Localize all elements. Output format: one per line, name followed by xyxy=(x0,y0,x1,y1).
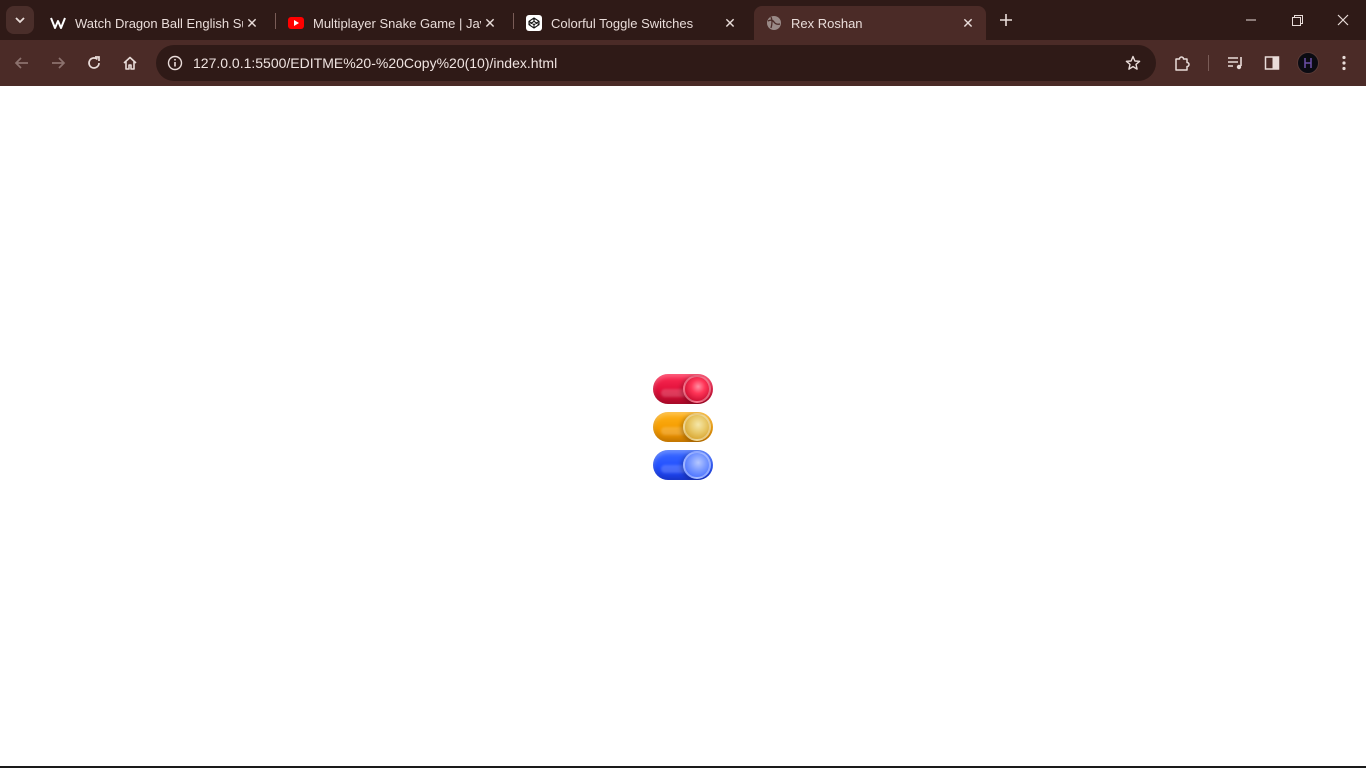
arrow-right-icon xyxy=(52,57,66,69)
toggle-switch-red[interactable] xyxy=(653,374,713,404)
more-vertical-icon xyxy=(1342,55,1346,71)
page-viewport xyxy=(0,87,1366,766)
anime-site-icon xyxy=(50,15,66,31)
url-text: 127.0.0.1:5500/EDITME%20-%20Copy%20(10)/… xyxy=(193,55,558,71)
puzzle-icon xyxy=(1175,56,1190,71)
tab-snake-game[interactable]: Multiplayer Snake Game | JavaS ✕ xyxy=(276,6,508,40)
tab-title: Watch Dragon Ball English Sub/ xyxy=(75,15,243,31)
profile-avatar[interactable] xyxy=(1297,52,1319,74)
home-icon xyxy=(123,56,137,70)
close-icon[interactable]: ✕ xyxy=(242,13,262,33)
toggle-knob[interactable] xyxy=(683,451,711,479)
plus-icon xyxy=(1000,14,1012,26)
forward-button[interactable] xyxy=(44,49,72,77)
tab-title: Rex Roshan xyxy=(791,15,863,31)
side-panel-icon xyxy=(1264,56,1280,70)
tab-search-button[interactable] xyxy=(6,6,34,34)
close-icon[interactable]: ✕ xyxy=(958,13,978,33)
tab-strip: Watch Dragon Ball English Sub/ ✕ Multipl… xyxy=(0,0,1366,40)
home-button[interactable] xyxy=(116,49,144,77)
close-window-button[interactable] xyxy=(1320,6,1366,34)
codepen-icon xyxy=(526,15,542,31)
toggle-switch-blue[interactable] xyxy=(653,450,713,480)
address-bar[interactable]: 127.0.0.1:5500/EDITME%20-%20Copy%20(10)/… xyxy=(156,45,1156,81)
tab-dragon-ball[interactable]: Watch Dragon Ball English Sub/ ✕ xyxy=(38,6,270,40)
info-icon xyxy=(167,55,183,71)
extensions-button[interactable] xyxy=(1168,49,1196,77)
toggle-switch-yellow[interactable] xyxy=(653,412,713,442)
restore-button[interactable] xyxy=(1274,6,1320,34)
close-icon xyxy=(1337,14,1349,26)
music-queue-icon xyxy=(1228,57,1242,70)
toggle-knob[interactable] xyxy=(683,413,711,441)
site-info-button[interactable] xyxy=(162,50,188,76)
menu-button[interactable] xyxy=(1330,49,1358,77)
toggle-knob[interactable] xyxy=(683,375,711,403)
tab-title: Colorful Toggle Switches xyxy=(551,15,694,31)
chevron-down-icon xyxy=(15,17,25,24)
tab-rex-roshan[interactable]: Rex Roshan ✕ xyxy=(754,6,986,40)
star-icon xyxy=(1125,55,1141,70)
globe-icon xyxy=(766,15,782,31)
restore-icon xyxy=(1291,14,1303,26)
reload-button[interactable] xyxy=(80,49,108,77)
browser-toolbar: 127.0.0.1:5500/EDITME%20-%20Copy%20(10)/… xyxy=(0,40,1366,86)
close-icon[interactable]: ✕ xyxy=(720,13,740,33)
close-icon[interactable]: ✕ xyxy=(480,13,500,33)
avatar-icon xyxy=(1304,58,1312,68)
tab-title: Multiplayer Snake Game | JavaS xyxy=(313,15,481,31)
minimize-icon xyxy=(1246,19,1256,21)
reload-icon xyxy=(88,56,100,69)
back-button[interactable] xyxy=(8,49,36,77)
bookmark-button[interactable] xyxy=(1122,52,1144,74)
side-panel-button[interactable] xyxy=(1258,49,1286,77)
tab-toggle-switches[interactable]: Colorful Toggle Switches ✕ xyxy=(514,6,748,40)
media-controls-button[interactable] xyxy=(1222,49,1250,77)
arrow-left-icon xyxy=(14,57,28,69)
new-tab-button[interactable] xyxy=(994,8,1018,32)
minimize-button[interactable] xyxy=(1228,6,1274,34)
youtube-icon xyxy=(288,15,304,31)
toolbar-divider xyxy=(1208,55,1209,71)
